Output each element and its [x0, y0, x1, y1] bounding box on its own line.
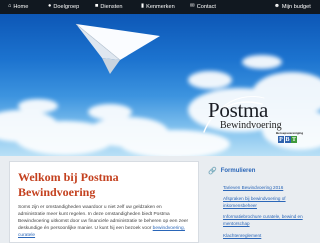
- content-card: Welkom bij Postma Bewindvoering Soms zij…: [9, 161, 199, 243]
- sidebar-title: Formulieren: [220, 168, 256, 174]
- sidebar-link-tarieven[interactable]: Tarieven Bewindvoering 2016: [223, 185, 318, 192]
- nav-contact-label: Contact: [196, 4, 216, 10]
- hero-banner: Postma Bewindvoering Beroepsvereniging P…: [0, 14, 320, 156]
- sidebar-link-afspraken[interactable]: Afspraken bij bewindvoering of inkomensb…: [223, 196, 318, 209]
- nav-home[interactable]: ⌂ Home: [8, 0, 28, 14]
- page-title: Welkom bij Postma Bewindvoering: [18, 170, 119, 199]
- nav-diensten[interactable]: ■ Diensten: [95, 0, 122, 14]
- pbt-letter-p: P: [278, 136, 284, 143]
- pbt-letter-t: T: [291, 136, 297, 143]
- sky-illustration: [0, 23, 320, 156]
- nav-diensten-label: Diensten: [100, 4, 123, 10]
- pbt-caption: Beroepsvereniging: [276, 131, 304, 135]
- sidebar-header: 🔗 Formulieren: [208, 166, 318, 176]
- logo-title: Postma: [208, 98, 269, 122]
- nav-kenmerken-label: Kenmerken: [146, 4, 175, 10]
- nav-doelgroep[interactable]: ● Doelgroep: [48, 0, 79, 14]
- logo-subtitle: Bewindvoering: [220, 120, 282, 131]
- sidebar: 🔗 Formulieren Tarieven Bewindvoering 201…: [208, 166, 318, 239]
- users-icon: ●: [48, 3, 52, 10]
- nav-mijn-budget-label: Mijn budget: [281, 4, 311, 10]
- pbt-badge: P B T: [278, 136, 297, 143]
- link-icon: 🔗: [208, 167, 217, 175]
- sidebar-link-klachtenreglement[interactable]: Klachtenreglement: [223, 233, 318, 240]
- nav-home-label: Home: [13, 4, 29, 10]
- sidebar-link-informatiebrochure[interactable]: Informatiebrochure curatele, bewind en m…: [223, 214, 318, 227]
- envelope-icon: ✉: [190, 3, 195, 10]
- home-icon: ⌂: [8, 3, 12, 10]
- nav-doelgroep-label: Doelgroep: [53, 4, 80, 10]
- suitcase-icon: ■: [95, 3, 99, 10]
- paper-airplane-icon: [75, 23, 160, 74]
- intro-text: Soms zijn er omstandigheden waardoor u n…: [18, 204, 190, 239]
- clouds: [0, 55, 320, 156]
- nav-mijn-budget[interactable]: ☻ Mijn budget: [274, 0, 311, 14]
- user-icon: ☻: [274, 3, 280, 10]
- chart-icon: ▮: [141, 3, 145, 10]
- top-navigation: ⌂ Home ● Doelgroep ■ Diensten ▮ Kenmerke…: [0, 0, 320, 14]
- pbt-letter-b: B: [284, 136, 291, 143]
- nav-kenmerken[interactable]: ▮ Kenmerken: [141, 0, 175, 14]
- nav-contact[interactable]: ✉ Contact: [190, 0, 216, 14]
